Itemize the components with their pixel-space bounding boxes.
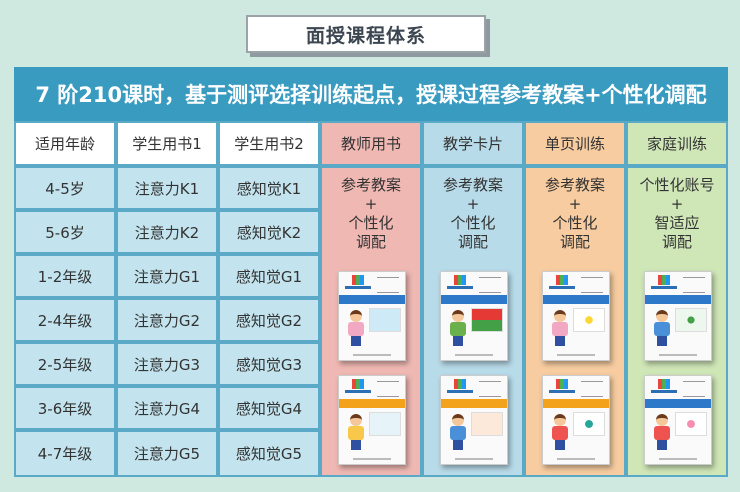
table-row-book1: 注意力G1 bbox=[116, 254, 218, 298]
table-row-book1: 注意力K2 bbox=[116, 210, 218, 254]
table-row-age: 4-7年级 bbox=[14, 430, 116, 477]
resource-text: 调配 bbox=[355, 233, 386, 251]
table-row-book1: 注意力K1 bbox=[116, 166, 218, 210]
book-cover-image bbox=[338, 375, 406, 465]
table-row-age: 2-5年级 bbox=[14, 342, 116, 386]
resource-text: + bbox=[466, 195, 480, 213]
resource-text: + bbox=[364, 195, 378, 213]
home-cover-image bbox=[644, 271, 712, 361]
column-header-card: 教学卡片 bbox=[422, 121, 524, 166]
table-row-book2: 感知觉K1 bbox=[218, 166, 320, 210]
card-cover-image bbox=[440, 271, 508, 361]
table-row-book2: 感知觉G4 bbox=[218, 386, 320, 430]
table-row-book1: 注意力G4 bbox=[116, 386, 218, 430]
resource-text: 参考教案 bbox=[442, 176, 503, 194]
table-row-book2: 感知觉G5 bbox=[218, 430, 320, 477]
worksheet-cover-image bbox=[542, 271, 610, 361]
home-cover-image bbox=[644, 375, 712, 465]
resource-text: 个性化 bbox=[450, 214, 496, 232]
column-header-book1: 学生用书1 bbox=[116, 121, 218, 166]
course-table: 7 阶210课时，基于测评选择训练起点，授课过程参考教案+个性化调配 适用年龄 … bbox=[14, 67, 728, 477]
column-header-teacher: 教师用书 bbox=[320, 121, 422, 166]
table-row-book1: 注意力G3 bbox=[116, 342, 218, 386]
table-row-book2: 感知觉K2 bbox=[218, 210, 320, 254]
table-row-book1: 注意力G2 bbox=[116, 298, 218, 342]
column-header-home: 家庭训练 bbox=[626, 121, 728, 166]
card-cover-image bbox=[440, 375, 508, 465]
resource-text: 智适应 bbox=[654, 214, 700, 232]
home-training-cell: 个性化账号 + 智适应 调配 bbox=[626, 166, 728, 477]
book-cover-image bbox=[338, 271, 406, 361]
single-page-cell: 参考教案 + 个性化 调配 bbox=[524, 166, 626, 477]
resource-text: 参考教案 bbox=[544, 176, 605, 194]
table-row-age: 1-2年级 bbox=[14, 254, 116, 298]
worksheet-cover-image bbox=[542, 375, 610, 465]
resource-text: 个性化 bbox=[552, 214, 598, 232]
table-row-book2: 感知觉G1 bbox=[218, 254, 320, 298]
column-header-book2: 学生用书2 bbox=[218, 121, 320, 166]
resource-text: 调配 bbox=[661, 233, 692, 251]
column-header-age: 适用年龄 bbox=[14, 121, 116, 166]
resource-text: 调配 bbox=[559, 233, 590, 251]
table-row-book1: 注意力G5 bbox=[116, 430, 218, 477]
resource-text: + bbox=[670, 195, 684, 213]
table-row-book2: 感知觉G3 bbox=[218, 342, 320, 386]
table-header: 7 阶210课时，基于测评选择训练起点，授课过程参考教案+个性化调配 bbox=[14, 67, 728, 121]
table-row-age: 4-5岁 bbox=[14, 166, 116, 210]
resource-text: + bbox=[568, 195, 582, 213]
table-row-book2: 感知觉G2 bbox=[218, 298, 320, 342]
resource-text: 个性化 bbox=[348, 214, 394, 232]
teacher-book-cell: 参考教案 + 个性化 调配 bbox=[320, 166, 422, 477]
column-header-single: 单页训练 bbox=[524, 121, 626, 166]
resource-text: 参考教案 bbox=[340, 176, 401, 194]
resource-text: 个性化账号 bbox=[639, 176, 715, 194]
page-title: 面授课程体系 bbox=[246, 15, 486, 53]
teaching-card-cell: 参考教案 + 个性化 调配 bbox=[422, 166, 524, 477]
table-row-age: 2-4年级 bbox=[14, 298, 116, 342]
table-row-age: 3-6年级 bbox=[14, 386, 116, 430]
resource-text: 调配 bbox=[457, 233, 488, 251]
table-row-age: 5-6岁 bbox=[14, 210, 116, 254]
